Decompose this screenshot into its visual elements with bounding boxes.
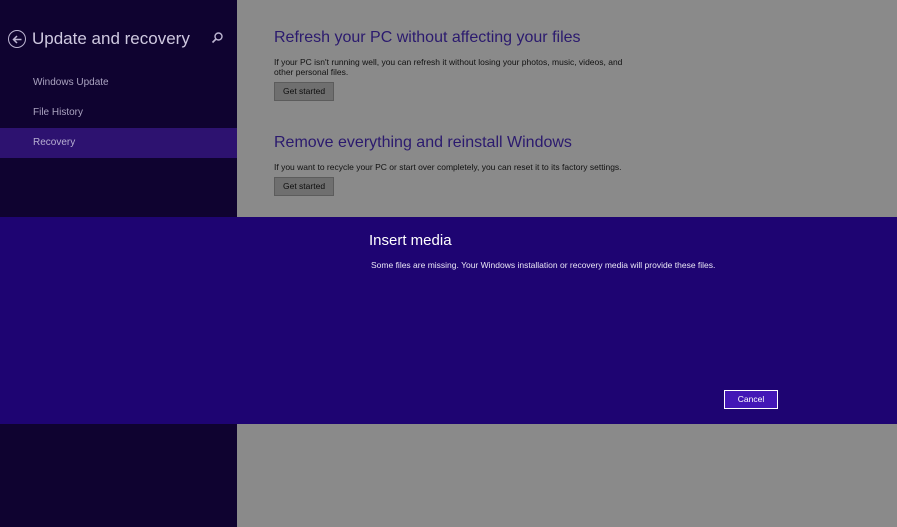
left-pane-header: Update and recovery [8,26,230,52]
reset-heading: Remove everything and reinstall Windows [274,134,572,151]
dialog-message: Some files are missing. Your Windows ins… [371,260,716,270]
nav-item-label: File History [33,107,84,118]
refresh-get-started-button[interactable]: Get started [274,82,335,101]
page-title: Update and recovery [32,29,190,48]
settings-nav: Windows Update File History Recovery [0,68,237,158]
nav-item-label: Windows Update [33,77,109,88]
search-icon[interactable] [210,31,224,45]
reset-get-started-button[interactable]: Get started [274,177,335,196]
reset-section: Remove everything and reinstall Windows … [274,134,694,196]
back-arrow-icon [11,34,21,44]
nav-item-windows-update[interactable]: Windows Update [0,68,237,98]
nav-item-label: Recovery [33,137,76,148]
reset-description: If you want to recycle your PC or start … [274,162,622,172]
dialog-title: Insert media [369,232,452,249]
refresh-heading: Refresh your PC without affecting your f… [274,29,581,46]
refresh-section: Refresh your PC without affecting your f… [274,29,634,101]
nav-item-file-history[interactable]: File History [0,98,237,128]
pc-settings-screen: Update and recovery Windows Update File … [0,0,897,527]
back-button[interactable] [8,30,26,48]
nav-item-recovery[interactable]: Recovery [0,128,237,158]
insert-media-dialog: Insert media Some files are missing. You… [0,217,897,424]
refresh-description: If your PC isn't running well, you can r… [274,57,623,77]
cancel-button[interactable]: Cancel [724,390,778,409]
